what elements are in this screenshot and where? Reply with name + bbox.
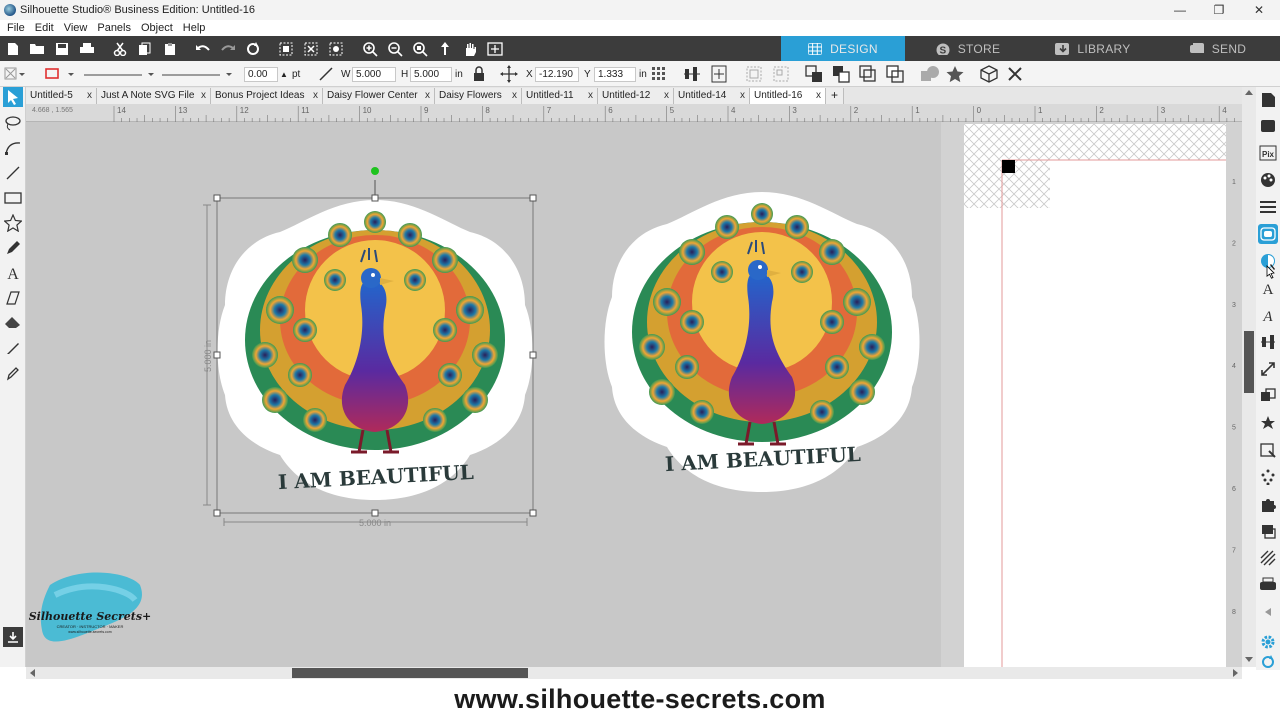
silhouette-secrets-watermark: Silhouette Secrets+ CREATOR · INSTRUCTOR… <box>29 572 152 642</box>
svg-text:A: A <box>1262 309 1273 323</box>
footer-url-banner: www.silhouette-secrets.com <box>0 679 1280 720</box>
vertical-scrollbar[interactable] <box>1242 87 1256 667</box>
horizontal-scroll-thumb[interactable] <box>292 668 528 678</box>
pixscan-icon[interactable]: Pix <box>1258 143 1278 163</box>
scroll-left-arrow[interactable] <box>30 669 35 677</box>
rotate-handle[interactable] <box>371 167 379 175</box>
mouse-cursor-icon <box>1266 265 1275 279</box>
resize-handle[interactable] <box>371 194 379 202</box>
resize-handle[interactable] <box>371 509 379 517</box>
peacock-sticker-1[interactable] <box>216 198 534 502</box>
knife-panel-icon[interactable] <box>1258 440 1278 460</box>
align-panel-icon[interactable] <box>1258 332 1278 352</box>
refresh-cycle-icon[interactable] <box>1258 652 1278 672</box>
layers-panel-icon[interactable] <box>1258 521 1278 541</box>
text-style-icon[interactable]: A <box>1258 278 1278 298</box>
modify-star-icon[interactable] <box>1258 413 1278 433</box>
print-cut-panel-icon[interactable] <box>1258 575 1278 595</box>
transform-panel-icon[interactable] <box>1258 359 1278 379</box>
watermark-url: www.silhouette-secrets.com <box>68 630 111 634</box>
horizontal-scrollbar[interactable] <box>26 667 1242 679</box>
resize-handle[interactable] <box>213 351 221 359</box>
svg-text:A: A <box>1263 282 1274 296</box>
right-panel-bar: Pix A A <box>1256 87 1280 670</box>
scroll-down-arrow[interactable] <box>1245 657 1253 662</box>
resize-handle[interactable] <box>213 194 221 202</box>
scroll-up-arrow[interactable] <box>1245 90 1253 95</box>
vertical-scroll-thumb[interactable] <box>1244 331 1254 393</box>
puzzle-panel-icon[interactable] <box>1258 494 1278 514</box>
resize-handle[interactable] <box>529 351 537 359</box>
text-to-path-icon[interactable]: A <box>1258 305 1278 325</box>
rhinestone-icon[interactable] <box>1258 467 1278 487</box>
page-setup-icon[interactable] <box>1258 90 1278 110</box>
svg-text:Pix: Pix <box>1262 150 1275 159</box>
resize-handle[interactable] <box>213 509 221 517</box>
replicate-panel-icon[interactable] <box>1258 386 1278 406</box>
line-style-panel-icon[interactable] <box>1258 197 1278 217</box>
resize-handle[interactable] <box>529 509 537 517</box>
settings-gear-icon[interactable] <box>1258 632 1278 652</box>
fill-palette-icon[interactable] <box>1258 170 1278 190</box>
resize-handle[interactable] <box>529 194 537 202</box>
scroll-right-arrow[interactable] <box>1233 669 1238 677</box>
width-dimension-label: 5.000 in <box>359 518 391 528</box>
library-panel-icon[interactable] <box>1258 116 1278 136</box>
collapse-panel-icon[interactable] <box>1258 602 1278 622</box>
watermark-brand: Silhouette Secrets+ <box>29 610 152 623</box>
height-dimension-label: 5.000 in <box>203 340 213 372</box>
hatch-fill-icon[interactable] <box>1258 548 1278 568</box>
offset-panel-icon[interactable] <box>1258 224 1278 244</box>
canvas-objects: I AM BEAUTIFUL I AM BEAUTIFUL 5.000 in 5… <box>29 167 921 642</box>
watermark-tagline: CREATOR · INSTRUCTOR · MAKER <box>57 624 124 629</box>
